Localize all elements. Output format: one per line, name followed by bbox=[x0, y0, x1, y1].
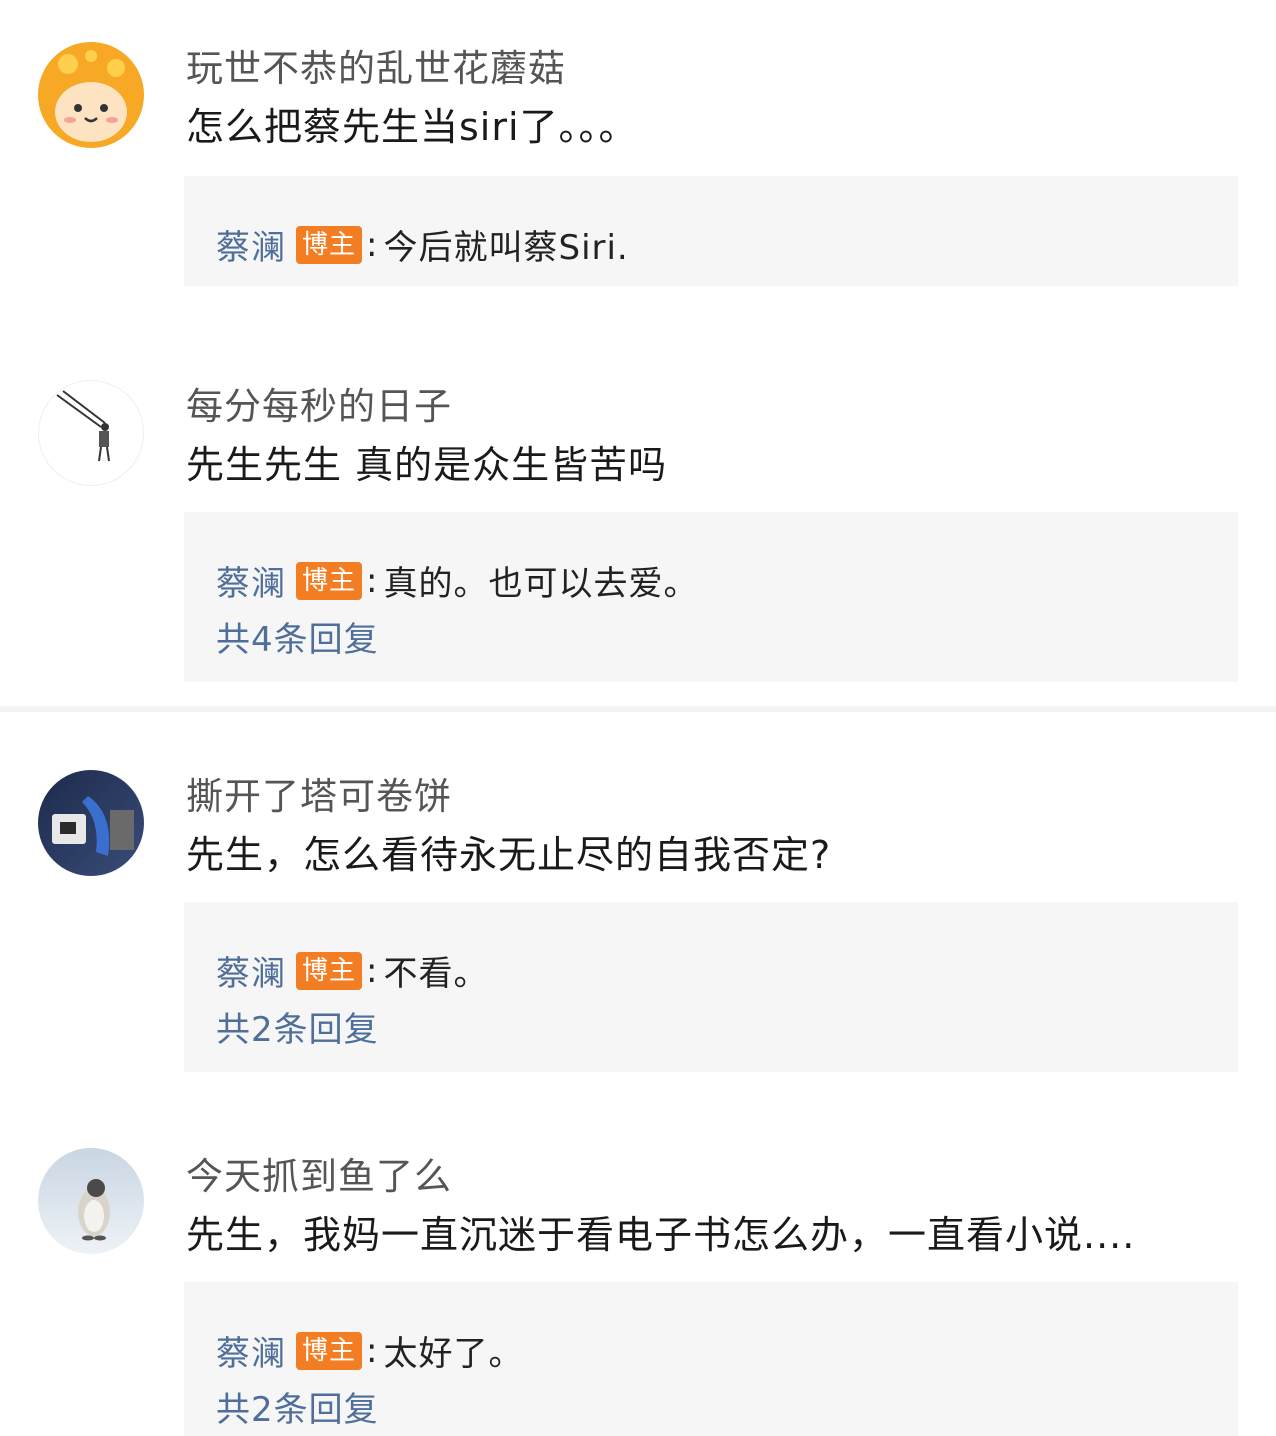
comment-text: 怎么把蔡先生当siri了。。。 bbox=[186, 105, 638, 149]
reply-colon: : bbox=[366, 560, 378, 601]
reply-box[interactable]: 蔡澜 博主 : 今后就叫蔡Siri. bbox=[184, 176, 1238, 286]
comment-item: 撕开了塔可卷饼 先生，怎么看待永无止尽的自我否定? 蔡澜 博主 : 不看。 共2… bbox=[0, 766, 1276, 1086]
comment-text: 先生，怎么看待永无止尽的自我否定? bbox=[186, 833, 832, 877]
author-badge: 博主 bbox=[296, 225, 363, 264]
reply-line: 蔡澜 博主 : 真的。也可以去爱。 bbox=[216, 556, 698, 605]
avatar[interactable] bbox=[38, 770, 144, 876]
reply-author[interactable]: 蔡澜 bbox=[216, 946, 286, 995]
comment-username[interactable]: 今天抓到鱼了么 bbox=[186, 1146, 452, 1200]
reply-line: 蔡澜 博主 : 不看。 bbox=[216, 946, 488, 995]
reply-box[interactable]: 蔡澜 博主 : 不看。 共2条回复 bbox=[184, 902, 1238, 1072]
reply-text: 太好了。 bbox=[383, 1334, 524, 1374]
reply-colon: : bbox=[366, 224, 378, 265]
author-badge: 博主 bbox=[296, 1331, 363, 1370]
reply-colon: : bbox=[366, 950, 378, 991]
reply-author[interactable]: 蔡澜 bbox=[216, 220, 286, 269]
reply-count-link[interactable]: 共2条回复 bbox=[216, 1382, 379, 1431]
reply-box[interactable]: 蔡澜 博主 : 真的。也可以去爱。 共4条回复 bbox=[184, 512, 1238, 682]
author-badge: 博主 bbox=[296, 561, 363, 600]
reply-count-link[interactable]: 共2条回复 bbox=[216, 1002, 379, 1051]
reply-line: 蔡澜 博主 : 今后就叫蔡Siri. bbox=[216, 220, 629, 269]
reply-line: 蔡澜 博主 : 太好了。 bbox=[216, 1326, 523, 1375]
section-divider bbox=[0, 706, 1276, 712]
comment-text: 先生先生 真的是众生皆苦吗 bbox=[186, 443, 668, 487]
avatar[interactable] bbox=[38, 380, 144, 486]
reply-author[interactable]: 蔡澜 bbox=[216, 556, 286, 605]
reply-text: 不看。 bbox=[383, 954, 489, 994]
reply-author[interactable]: 蔡澜 bbox=[216, 1326, 286, 1375]
reply-colon: : bbox=[366, 1330, 378, 1371]
comment-username[interactable]: 玩世不恭的乱世花蘑菇 bbox=[186, 38, 566, 92]
comment-item: 玩世不恭的乱世花蘑菇 怎么把蔡先生当siri了。。。 蔡澜 博主 : 今后就叫蔡… bbox=[0, 38, 1276, 328]
reply-text: 今后就叫蔡Siri. bbox=[383, 228, 629, 268]
penguin-avatar-icon bbox=[38, 1148, 144, 1254]
reply-count-link[interactable]: 共4条回复 bbox=[216, 612, 379, 661]
photo-avatar-icon bbox=[38, 770, 144, 876]
mushroom-avatar-icon bbox=[38, 42, 144, 148]
avatar[interactable] bbox=[38, 1148, 144, 1254]
comment-text: 先生，我妈一直沉迷于看电子书怎么办，一直看小说.... bbox=[186, 1213, 1136, 1257]
comment-username[interactable]: 撕开了塔可卷饼 bbox=[186, 766, 452, 820]
reply-box[interactable]: 蔡澜 博主 : 太好了。 共2条回复 bbox=[184, 1282, 1238, 1436]
stick-figure-avatar-icon bbox=[39, 381, 143, 485]
reply-text: 真的。也可以去爱。 bbox=[383, 564, 699, 604]
author-badge: 博主 bbox=[296, 951, 363, 990]
comment-username[interactable]: 每分每秒的日子 bbox=[186, 376, 452, 430]
comment-item: 今天抓到鱼了么 先生，我妈一直沉迷于看电子书怎么办，一直看小说.... 蔡澜 博… bbox=[0, 1146, 1276, 1436]
avatar[interactable] bbox=[38, 42, 144, 148]
comment-item: 每分每秒的日子 先生先生 真的是众生皆苦吗 蔡澜 博主 : 真的。也可以去爱。 … bbox=[0, 376, 1276, 696]
